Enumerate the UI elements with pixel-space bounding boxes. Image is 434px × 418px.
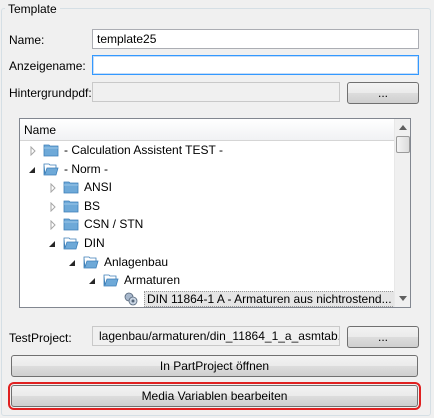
tree-row-label: CSN / STN xyxy=(84,217,144,231)
background-pdf-label: Hintergrundpdf: xyxy=(9,86,92,100)
testproject-browse-button[interactable]: ... xyxy=(347,326,419,348)
tree-body: - Calculation Assistent TEST - - Norm - AN… xyxy=(20,141,395,307)
name-field[interactable]: template25 xyxy=(92,29,419,49)
tree-row-label: BS xyxy=(84,199,101,213)
background-pdf-field[interactable] xyxy=(92,82,340,102)
tree-row[interactable]: - Norm - xyxy=(20,160,394,179)
assembly-table-icon xyxy=(123,291,139,307)
group-title: Template xyxy=(5,2,60,16)
testproject-field[interactable]: lagenbau/armaturen/din_11864_1_a_asmtab.… xyxy=(92,326,340,346)
tree-row[interactable]: Armaturen xyxy=(20,271,394,290)
scroll-down-arrow-icon[interactable] xyxy=(395,290,410,307)
tree-row-label: Armaturen xyxy=(124,273,181,287)
name-label: Name: xyxy=(9,33,45,47)
folder-open-icon xyxy=(103,272,119,288)
folder-icon xyxy=(43,142,59,158)
tree-row-label: - Calculation Assistent TEST - xyxy=(64,143,223,157)
folder-icon xyxy=(63,216,79,232)
open-in-partproject-button[interactable]: In PartProject öffnen xyxy=(11,355,418,377)
expanded-arrow-icon[interactable] xyxy=(28,164,38,174)
tree-row-label: ANSI xyxy=(84,180,113,194)
tree-header-name[interactable]: Name xyxy=(20,119,394,141)
expanded-arrow-icon[interactable] xyxy=(68,257,78,267)
tree-row[interactable]: DIN xyxy=(20,234,394,253)
tree-row[interactable]: Anlagenbau xyxy=(20,253,394,272)
tree-row-label: Anlagenbau xyxy=(104,255,169,269)
collapsed-arrow-icon[interactable] xyxy=(28,145,38,157)
template-tree[interactable]: Name - Calculation Assistent TEST - - Nor… xyxy=(19,118,411,308)
tree-row-label: DIN xyxy=(84,236,105,250)
tree-row[interactable]: CSN / STN xyxy=(20,215,394,234)
background-pdf-browse-button[interactable]: ... xyxy=(347,82,419,104)
collapsed-arrow-icon[interactable] xyxy=(48,182,58,194)
display-name-label: Anzeigename: xyxy=(9,59,86,73)
folder-icon xyxy=(63,198,79,214)
scrollbar-thumb[interactable] xyxy=(396,136,410,153)
folder-icon xyxy=(63,179,79,195)
tree-row[interactable]: ANSI xyxy=(20,178,394,197)
folder-open-icon xyxy=(43,161,59,177)
expanded-arrow-icon[interactable] xyxy=(88,275,98,285)
tree-row[interactable]: DIN 11864-1 A - Armaturen aus nichtroste… xyxy=(20,290,395,307)
expanded-arrow-icon[interactable] xyxy=(48,238,58,248)
collapsed-arrow-icon[interactable] xyxy=(48,201,58,213)
tree-row[interactable]: BS xyxy=(20,197,394,216)
folder-open-icon xyxy=(63,235,79,251)
tree-row-label: - Norm - xyxy=(64,162,108,176)
scroll-up-arrow-icon[interactable] xyxy=(395,119,410,136)
collapsed-arrow-icon[interactable] xyxy=(48,219,58,231)
edit-media-variables-button[interactable]: Media Variablen bearbeiten xyxy=(8,382,421,410)
folder-open-icon xyxy=(83,254,99,270)
tree-row-label: DIN 11864-1 A - Armaturen aus nichtroste… xyxy=(144,291,395,307)
tree-scrollbar[interactable] xyxy=(394,119,410,307)
tree-row[interactable]: - Calculation Assistent TEST - xyxy=(20,141,394,160)
display-name-field[interactable] xyxy=(92,55,419,75)
testproject-label: TestProject: xyxy=(9,331,72,345)
